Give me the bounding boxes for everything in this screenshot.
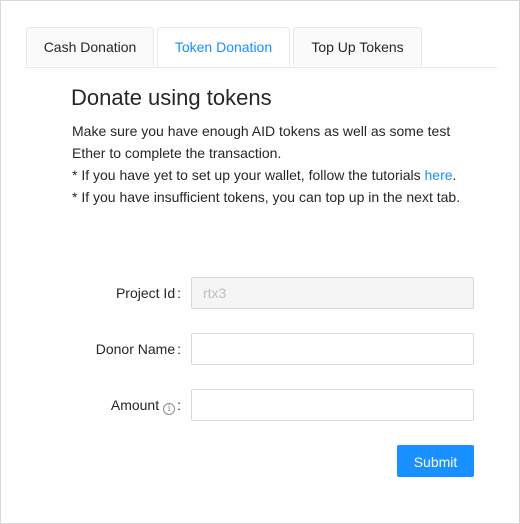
description-line-2-text: * If you have yet to set up your wallet,… (72, 167, 425, 183)
donor-name-input[interactable] (191, 333, 474, 365)
donor-name-label: Donor Name: (96, 333, 181, 365)
label-colon: : (177, 397, 181, 413)
page-title: Donate using tokens (71, 85, 272, 110)
project-id-label-text: Project Id (115, 285, 176, 301)
donation-modal: Cash Donation Token Donation Top Up Toke… (0, 0, 520, 524)
amount-input[interactable] (191, 389, 474, 421)
project-id-input[interactable] (191, 277, 474, 309)
project-id-label: Project Id: (116, 277, 181, 309)
amount-label: Amount i: (111, 389, 181, 421)
label-colon: : (177, 285, 181, 301)
description-line-2-end: . (452, 167, 457, 183)
submit-button[interactable]: Submit (397, 445, 474, 477)
donor-name-label-text: Donor Name (95, 341, 176, 357)
info-icon[interactable]: i (163, 403, 176, 415)
tab-cash-donation[interactable]: Cash Donation (26, 27, 154, 66)
tutorials-link[interactable]: here (425, 167, 453, 183)
donation-tabs: Cash Donation Token Donation Top Up Toke… (26, 27, 497, 68)
amount-label-text: Amount (110, 397, 160, 413)
description-line-3: * If you have insufficient tokens, you c… (72, 189, 461, 205)
description-line-2: * If you have yet to set up your wallet,… (72, 164, 472, 186)
description-line-1: Make sure you have enough AID tokens as … (72, 123, 451, 161)
tab-token-donation[interactable]: Token Donation (157, 27, 290, 67)
label-colon: : (177, 341, 181, 357)
tab-top-up-tokens[interactable]: Top Up Tokens (293, 27, 422, 66)
description: Make sure you have enough AID tokens as … (72, 120, 472, 208)
